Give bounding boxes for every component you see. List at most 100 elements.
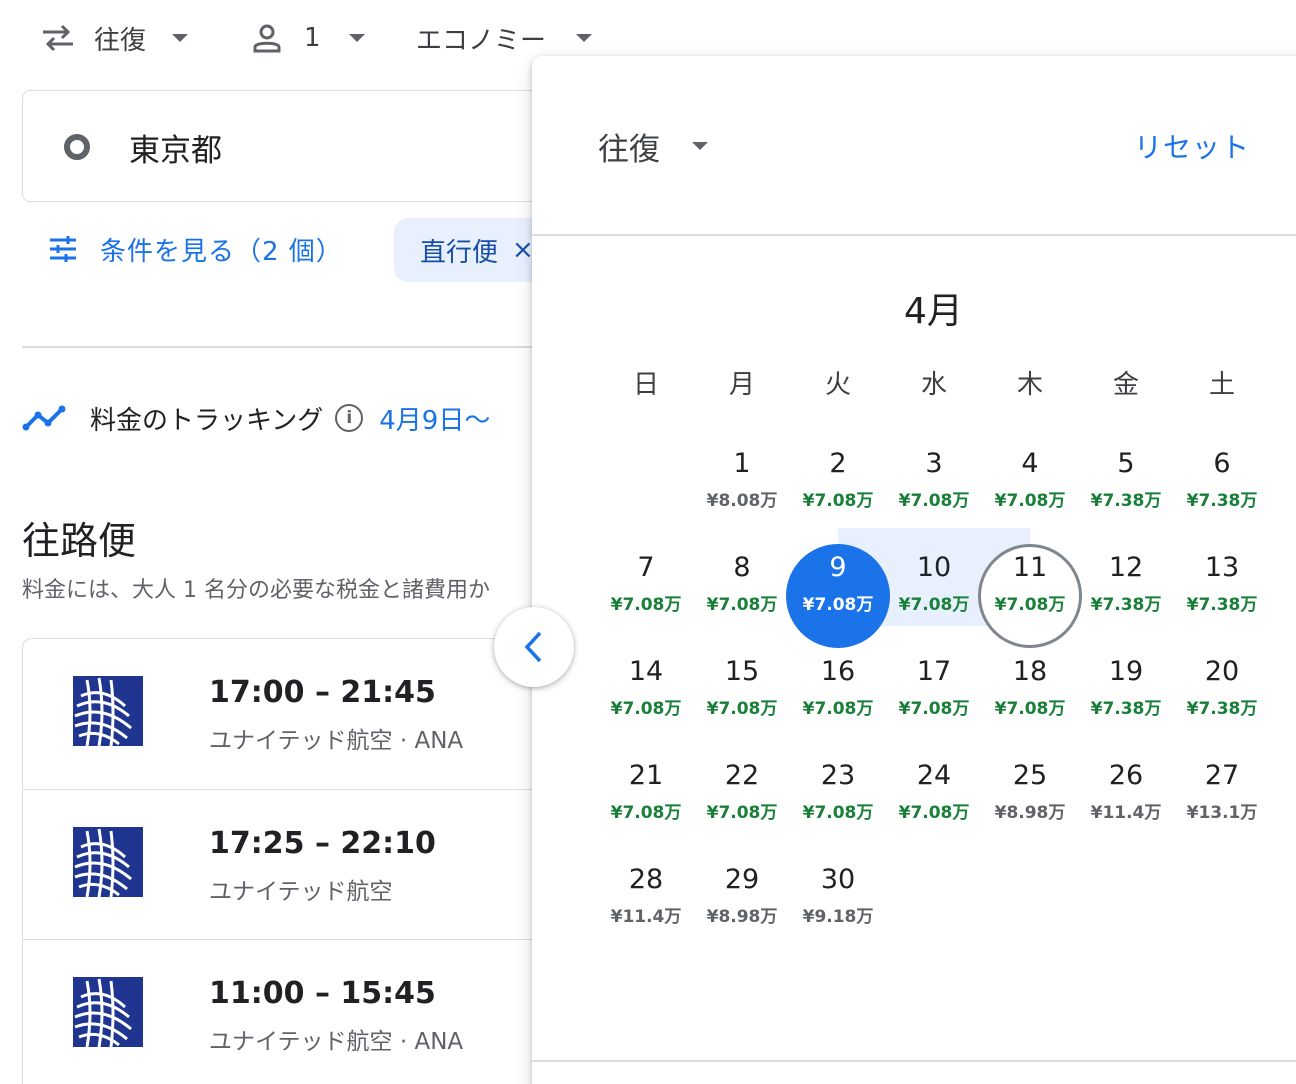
calendar-day[interactable]: 1 ¥8.08万 <box>694 440 790 544</box>
day-number: 26 <box>1108 760 1144 791</box>
calendar-day[interactable]: 28 ¥11.4万 <box>598 856 694 960</box>
day-price: ¥7.08万 <box>802 595 874 615</box>
calendar-day-selected[interactable]: 9 ¥7.08万 <box>786 544 890 648</box>
calendar-day[interactable]: 13 ¥7.38万 <box>1174 544 1270 648</box>
tracking-date-range[interactable]: 4月9日〜 <box>379 400 490 437</box>
day-number: 2 <box>829 448 847 479</box>
day-price: ¥8.08万 <box>706 491 778 511</box>
day-number: 3 <box>925 448 943 479</box>
chevron-down-icon <box>576 34 593 42</box>
panel-divider <box>532 1060 1296 1062</box>
passengers-dropdown[interactable]: 1 <box>250 18 365 58</box>
month-label: 4月 <box>904 291 963 332</box>
calendar-day[interactable]: 7 ¥7.08万 <box>598 544 694 648</box>
day-price: ¥9.18万 <box>802 907 874 927</box>
view-filters-button[interactable]: 条件を見る（2 個） <box>48 226 343 272</box>
day-number: 14 <box>628 656 664 687</box>
calendar-day[interactable]: 5 ¥7.38万 <box>1078 440 1174 544</box>
flight-row[interactable]: 11:00 – 15:45 ユナイテッド航空 · ANA <box>23 939 601 1084</box>
calendar-day[interactable]: 21 ¥7.08万 <box>598 752 694 856</box>
passengers-label: 1 <box>304 23 321 53</box>
calendar-day[interactable]: 15 ¥7.08万 <box>694 648 790 752</box>
day-number: 24 <box>916 760 952 791</box>
day-price: ¥7.08万 <box>994 595 1066 615</box>
date-picker-panel: 往復 リセット 4月 日 月 火 水 木 金 土 1 ¥8.08万 2 ¥7.08万 3 ¥7.08万… <box>532 56 1296 1084</box>
day-price: ¥7.38万 <box>1090 699 1162 719</box>
calendar-day[interactable]: 4 ¥7.08万 <box>982 440 1078 544</box>
calendar-day[interactable]: 6 ¥7.38万 <box>1174 440 1270 544</box>
calendar-day[interactable]: 3 ¥7.08万 <box>886 440 982 544</box>
reset-button[interactable]: リセット <box>1134 126 1250 166</box>
outbound-title: 往路便 <box>22 519 137 563</box>
nonstop-chip-label: 直行便 <box>420 237 499 268</box>
chevron-down-icon <box>348 34 365 42</box>
calendar-day[interactable]: 29 ¥8.98万 <box>694 856 790 960</box>
day-price: ¥7.38万 <box>1186 699 1258 719</box>
day-number: 29 <box>724 864 760 895</box>
day-price: ¥7.08万 <box>898 491 970 511</box>
origin-circle-icon <box>64 134 90 160</box>
calendar-day[interactable]: 25 ¥8.98万 <box>982 752 1078 856</box>
day-price: ¥8.98万 <box>994 803 1066 823</box>
calendar-day[interactable]: 20 ¥7.38万 <box>1174 648 1270 752</box>
calendar-day[interactable]: 10 ¥7.08万 <box>886 544 982 648</box>
day-number: 5 <box>1117 448 1135 479</box>
person-icon <box>250 21 284 55</box>
tune-icon <box>48 234 78 264</box>
day-number: 1 <box>733 448 751 479</box>
united-airlines-logo-icon <box>73 827 143 897</box>
calendar-day[interactable]: 22 ¥7.08万 <box>694 752 790 856</box>
price-tracking: 料金のトラッキング i 4月9日〜 <box>22 398 490 438</box>
info-icon[interactable]: i <box>335 404 364 432</box>
day-number: 16 <box>820 656 856 687</box>
calendar-day[interactable]: 27 ¥13.1万 <box>1174 752 1270 856</box>
day-price: ¥7.08万 <box>706 595 778 615</box>
close-icon[interactable]: × <box>512 235 534 265</box>
origin-input[interactable]: 東京都 <box>22 90 582 202</box>
calendar-day[interactable]: 17 ¥7.08万 <box>886 648 982 752</box>
calendar-day[interactable]: 30 ¥9.18万 <box>790 856 886 960</box>
flight-list: 17:00 – 21:45 ユナイテッド航空 · ANA 17:25 – 22:… <box>22 638 602 1084</box>
day-number: 28 <box>628 864 664 895</box>
calendar-day[interactable]: 19 ¥7.38万 <box>1078 648 1174 752</box>
flight-row[interactable]: 17:25 – 22:10 ユナイテッド航空 <box>23 789 601 939</box>
day-price: ¥7.08万 <box>802 491 874 511</box>
outbound-subtitle: 料金には、大人 1 名分の必要な税金と諸費用か <box>22 578 490 603</box>
day-number: 17 <box>916 656 952 687</box>
calendar-day[interactable]: 16 ¥7.08万 <box>790 648 886 752</box>
calendar-day[interactable]: 8 ¥7.08万 <box>694 544 790 648</box>
day-price: ¥7.08万 <box>610 595 682 615</box>
day-price: ¥13.1万 <box>1186 803 1258 823</box>
previous-month-button[interactable] <box>494 607 574 687</box>
day-price: ¥7.08万 <box>994 699 1066 719</box>
flight-time: 17:00 – 21:45 <box>209 675 436 710</box>
day-price: ¥7.38万 <box>1186 595 1258 615</box>
trip-type-dropdown[interactable]: 往復 <box>40 18 189 58</box>
calendar-day[interactable]: 12 ¥7.38万 <box>1078 544 1174 648</box>
calendar-day[interactable]: 24 ¥7.08万 <box>886 752 982 856</box>
weekday-label: 日 <box>632 370 659 400</box>
day-price: ¥7.08万 <box>898 595 970 615</box>
swap-arrows-icon <box>40 23 76 53</box>
day-number: 13 <box>1204 552 1240 583</box>
day-price: ¥7.38万 <box>1090 595 1162 615</box>
day-price: ¥7.08万 <box>994 491 1066 511</box>
cabin-class-dropdown[interactable]: エコノミー <box>416 18 593 58</box>
day-number: 15 <box>724 656 760 687</box>
calendar-day[interactable]: 23 ¥7.08万 <box>790 752 886 856</box>
united-airlines-logo-icon <box>73 676 143 746</box>
calendar-day[interactable]: 2 ¥7.08万 <box>790 440 886 544</box>
united-airlines-logo-icon <box>73 977 143 1047</box>
view-filters-label: 条件を見る（2 個） <box>100 236 343 267</box>
calendar-day[interactable]: 18 ¥7.08万 <box>982 648 1078 752</box>
calendar-day-selected[interactable]: 11 ¥7.08万 <box>978 544 1082 648</box>
calendar-trip-type-dropdown[interactable]: 往復 <box>598 126 708 168</box>
day-number: 9 <box>829 552 847 583</box>
calendar-day[interactable]: 14 ¥7.08万 <box>598 648 694 752</box>
flight-airline: ユナイテッド航空 <box>209 879 393 905</box>
day-number: 21 <box>628 760 664 791</box>
day-number: 10 <box>916 552 952 583</box>
day-price: ¥7.38万 <box>1186 491 1258 511</box>
chevron-left-icon <box>522 630 546 664</box>
calendar-day[interactable]: 26 ¥11.4万 <box>1078 752 1174 856</box>
